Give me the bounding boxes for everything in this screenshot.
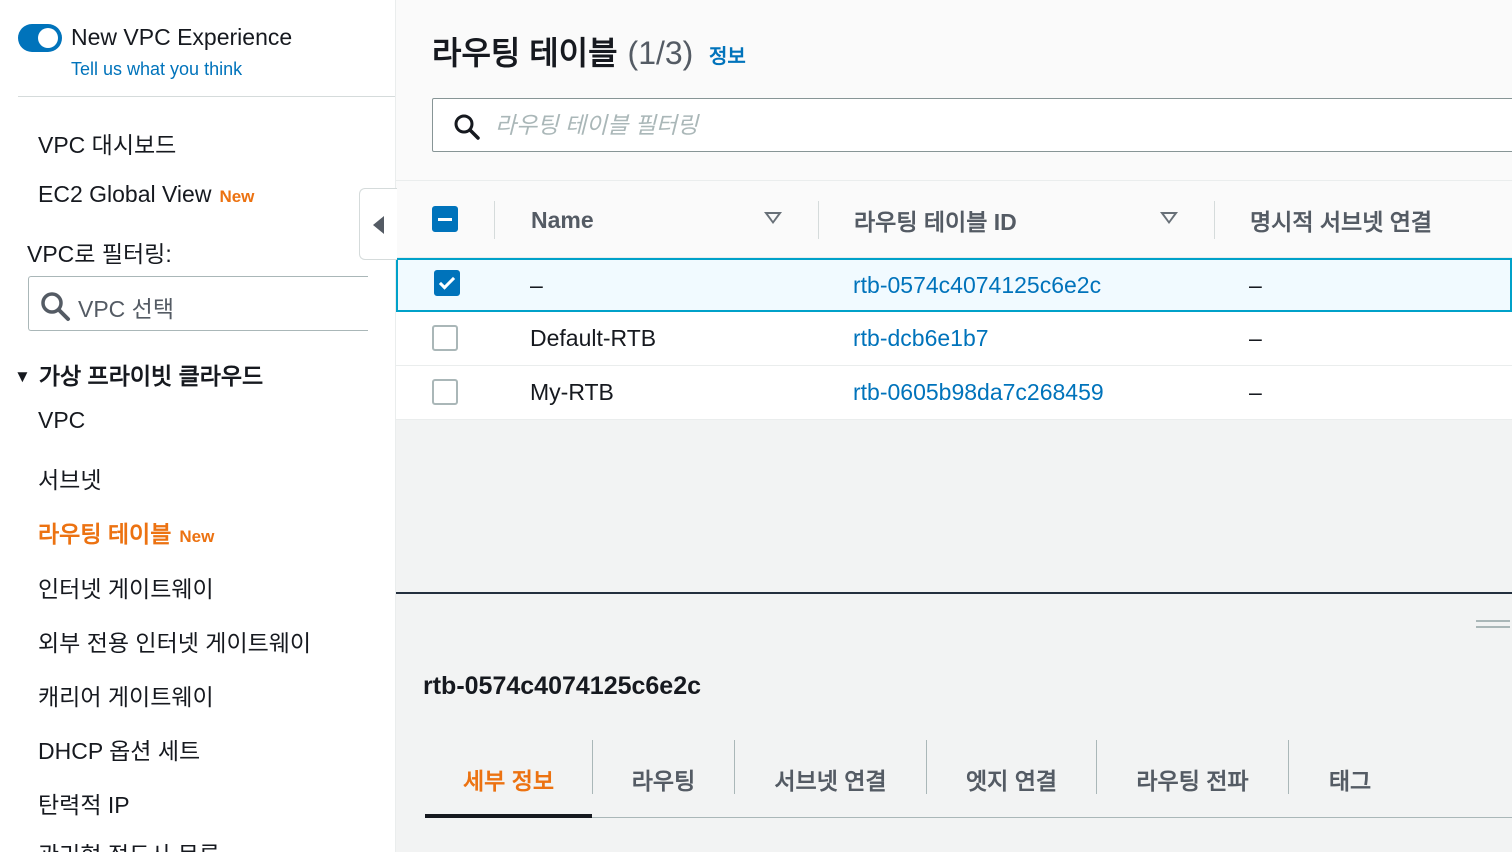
sidebar-item-route-tables[interactable]: 라우팅 테이블 New (38, 515, 214, 549)
column-divider (818, 201, 819, 239)
collapse-left-icon (373, 216, 384, 234)
search-icon (41, 292, 70, 321)
new-vpc-experience-toggle[interactable] (18, 24, 62, 52)
column-divider (494, 201, 495, 239)
row-explicit-subnet: – (1249, 271, 1262, 298)
sidebar-item-egress-only-igw[interactable]: 외부 전용 인터넷 게이트웨이 (38, 624, 311, 658)
table-row[interactable]: My-RTB rtb-0605b98da7c268459 – (396, 366, 1512, 420)
main-content: 라우팅 테이블(1/3) 정보 Name 라우팅 테이블 ID 명시적 서브넷 … (396, 0, 1512, 852)
detail-tabs: 세부 정보 라우팅 서브넷 연결 엣지 연결 라우팅 전파 태그 (425, 740, 1512, 818)
page-title-text: 라우팅 테이블 (432, 35, 618, 71)
sidebar-item-ec2-global-view[interactable]: EC2 Global View New (38, 181, 254, 208)
sidebar-item-label: 라우팅 테이블 (38, 521, 172, 547)
vpc-select-input[interactable]: VPC 선택 (28, 276, 368, 331)
row-name: – (530, 271, 543, 298)
row-checkbox[interactable] (434, 270, 460, 296)
tab-tags[interactable]: 태그 (1289, 740, 1411, 818)
new-badge: New (219, 187, 255, 206)
sort-caret-icon[interactable] (1160, 212, 1178, 224)
active-tab-indicator (425, 814, 592, 818)
vpc-select-placeholder: VPC 선택 (78, 296, 175, 322)
row-explicit-subnet: – (1249, 379, 1262, 405)
sidebar-item-internet-gateways[interactable]: 인터넷 게이트웨이 (38, 570, 214, 604)
sidebar-item-carrier-gateways[interactable]: 캐리어 게이트웨이 (38, 678, 214, 712)
sidebar-divider (18, 96, 395, 97)
checkmark-icon (438, 273, 456, 290)
new-badge: New (179, 527, 215, 546)
indeterminate-icon (438, 218, 452, 221)
detail-panel-title: rtb-0574c4074125c6e2c (423, 672, 702, 700)
table-row[interactable]: – rtb-0574c4074125c6e2c – (396, 258, 1512, 312)
new-vpc-experience-label: New VPC Experience (71, 24, 293, 50)
route-tables-table: Name 라우팅 테이블 ID 명시적 서브넷 연결 – rtb-0574c40… (396, 180, 1512, 420)
route-table-filter[interactable] (432, 98, 1512, 152)
row-name: My-RTB (530, 379, 614, 405)
section-virtual-private-cloud[interactable]: ▼ 가상 프라이빗 클라우드 (14, 357, 263, 391)
column-divider (1214, 201, 1215, 239)
row-route-table-id-link[interactable]: rtb-0574c4074125c6e2c (853, 260, 1101, 310)
header-area: 라우팅 테이블 (1/3) 정보 (396, 0, 1512, 180)
selection-count: (1/3) (627, 35, 694, 71)
tab-route-propagation[interactable]: 라우팅 전파 (1097, 740, 1288, 818)
route-table-search-input[interactable] (495, 107, 1395, 143)
tab-edge-associations[interactable]: 엣지 연결 (927, 740, 1096, 818)
row-checkbox[interactable] (432, 379, 458, 405)
sidebar-item-dhcp-options[interactable]: DHCP 옵션 세트 (38, 732, 200, 766)
select-all-checkbox[interactable] (432, 206, 458, 232)
sidebar: New VPC Experience Tell us what you thin… (0, 0, 396, 852)
row-checkbox[interactable] (432, 325, 458, 351)
caret-down-icon: ▼ (14, 367, 31, 386)
section-title: 가상 프라이빗 클라우드 (38, 363, 264, 389)
sidebar-item-elastic-ip[interactable]: 탄력적 IP (38, 786, 130, 820)
sidebar-item-vpc[interactable]: VPC (38, 407, 85, 434)
table-header: Name 라우팅 테이블 ID 명시적 서브넷 연결 (396, 180, 1512, 258)
vpc-filter-label: VPC로 필터링: (27, 241, 172, 267)
tab-details[interactable]: 세부 정보 (425, 740, 592, 818)
info-link[interactable]: 정보 (709, 40, 746, 69)
split-panel-divider (396, 592, 1512, 594)
sort-caret-icon[interactable] (764, 212, 782, 224)
page-title: 라우팅 테이블 (1/3) (432, 28, 693, 74)
sidebar-item-label: EC2 Global View (38, 181, 212, 207)
row-explicit-subnet: – (1249, 325, 1262, 351)
column-header-name[interactable]: Name (531, 181, 594, 259)
row-route-table-id-link[interactable]: rtb-0605b98da7c268459 (853, 366, 1104, 419)
column-header-route-table-id[interactable]: 라우팅 테이블 ID (854, 181, 1017, 259)
row-name: Default-RTB (530, 325, 657, 351)
search-icon (454, 114, 480, 140)
column-header-explicit-subnet[interactable]: 명시적 서브넷 연결 (1250, 181, 1432, 259)
feedback-link[interactable]: Tell us what you think (71, 59, 242, 80)
row-route-table-id-link[interactable]: rtb-dcb6e1b7 (853, 312, 989, 365)
sidebar-item-subnets[interactable]: 서브넷 (38, 461, 101, 495)
sidebar-collapse-button[interactable] (359, 188, 397, 260)
sidebar-item-managed-prefix-lists[interactable]: 관리형 접두사 목록 (38, 836, 220, 852)
table-row[interactable]: Default-RTB rtb-dcb6e1b7 – (396, 312, 1512, 366)
resize-handle-icon[interactable] (1476, 620, 1510, 628)
toggle-knob (38, 28, 58, 48)
tab-subnet-associations[interactable]: 서브넷 연결 (735, 740, 926, 818)
tab-routes[interactable]: 라우팅 (593, 740, 734, 818)
sidebar-item-vpc-dashboard[interactable]: VPC 대시보드 (38, 126, 176, 160)
